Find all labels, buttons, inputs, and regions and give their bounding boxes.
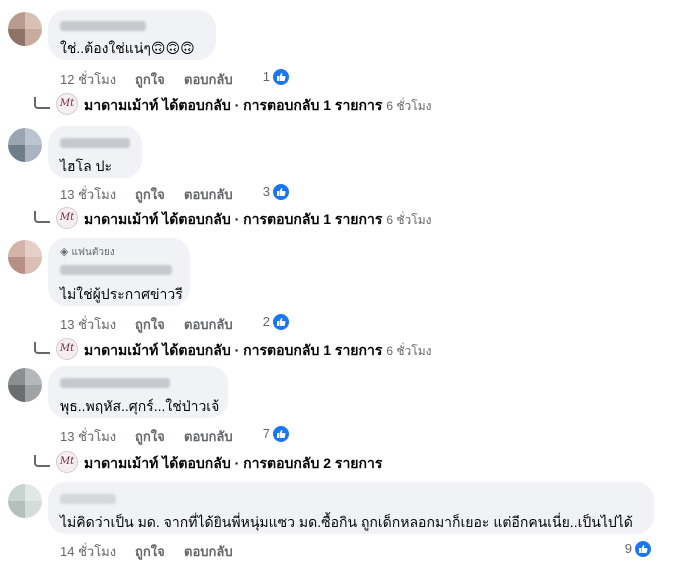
like-thumb-icon xyxy=(272,183,290,201)
page-avatar: Mt xyxy=(56,451,78,473)
comment-actions: 13 ชั่วโมง ถูกใจ ตอบกลับ 7 xyxy=(60,425,290,447)
page-avatar: Mt xyxy=(56,338,78,360)
like-thumb-icon xyxy=(272,425,290,443)
reply-button[interactable]: ตอบกลับ xyxy=(184,426,233,447)
avatar[interactable] xyxy=(8,368,42,402)
comment-text: ไม่คิดว่าเป็น มด. จากที่ได้ยินพี่หนุ่มแซ… xyxy=(60,514,633,530)
reply-summary-text: มาดามเม้าท์ ได้ตอบกลับ · การตอบกลับ 1 รา… xyxy=(84,97,383,113)
comment: ใช่..ต้องใช่แน่ๆ🙃🙃🙃 12 ชั่วโมง ถูกใจ ตอบ… xyxy=(0,0,678,120)
reply-summary-link[interactable]: Mt มาดามเม้าท์ ได้ตอบกลับ · การตอบกลับ 2… xyxy=(34,451,594,475)
like-thumb-icon xyxy=(634,540,652,558)
comment-time[interactable]: 13 ชั่วโมง xyxy=(60,314,116,335)
comment: พุธ..พฤหัส..ศุกร์...ใช่ป่าวเจ้ 13 ชั่วโม… xyxy=(0,366,678,478)
comment-time[interactable]: 14 ชั่วโมง xyxy=(60,541,116,561)
reply-summary-link[interactable]: Mt มาดามเม้าท์ ได้ตอบกลับ · การตอบกลับ 1… xyxy=(34,338,594,362)
comment-actions: 12 ชั่วโมง ถูกใจ ตอบกลับ 1 xyxy=(60,68,290,90)
avatar[interactable] xyxy=(8,12,42,46)
comment-text: ใช่..ต้องใช่แน่ๆ🙃🙃🙃 xyxy=(60,40,195,56)
comment: ไฮโล ปะ 13 ชั่วโมง ถูกใจ ตอบกลับ 3 Mt มา… xyxy=(0,118,678,236)
reply-summary-text: มาดามเม้าท์ ได้ตอบกลับ · การตอบกลับ 1 รา… xyxy=(84,211,383,227)
like-thumb-icon xyxy=(272,68,290,86)
avatar[interactable] xyxy=(8,128,42,162)
comment-text: ไม่ใช่ผู้ประกาศข่าวรี xyxy=(60,286,183,302)
reply-button[interactable]: ตอบกลับ xyxy=(184,314,233,335)
commenter-name[interactable] xyxy=(60,378,170,388)
comment-actions: 14 ชั่วโมง ถูกใจ ตอบกลับ 9 xyxy=(60,540,652,561)
like-button[interactable]: ถูกใจ xyxy=(135,184,165,205)
reply-arrow-icon xyxy=(34,455,50,467)
comment-bubble: ไฮโล ปะ xyxy=(48,126,142,178)
page-avatar: Mt xyxy=(56,93,78,115)
comment-actions: 13 ชั่วโมง ถูกใจ ตอบกลับ 3 xyxy=(60,183,290,205)
comment-bubble: ◈ แฟนตัวยง ไม่ใช่ผู้ประกาศข่าวรี xyxy=(48,238,190,306)
reaction-count[interactable]: 9 xyxy=(612,540,652,558)
comment-text: พุธ..พฤหัส..ศุกร์...ใช่ป่าวเจ้ xyxy=(60,398,220,414)
top-fan-badge: ◈ แฟนตัวยง xyxy=(60,246,115,258)
reaction-count[interactable]: 7 xyxy=(250,425,290,443)
reply-summary-text: มาดามเม้าท์ ได้ตอบกลับ · การตอบกลับ 1 รา… xyxy=(84,342,383,358)
reply-summary-text: มาดามเม้าท์ ได้ตอบกลับ · การตอบกลับ 2 รา… xyxy=(84,455,383,471)
reply-button[interactable]: ตอบกลับ xyxy=(184,69,233,90)
comment-bubble: ไม่คิดว่าเป็น มด. จากที่ได้ยินพี่หนุ่มแซ… xyxy=(48,482,654,534)
reaction-count[interactable]: 1 xyxy=(250,68,290,86)
reaction-count[interactable]: 2 xyxy=(250,313,290,331)
commenter-name[interactable] xyxy=(60,21,146,31)
reply-time: 6 ชั่วโมง xyxy=(386,213,432,227)
like-button[interactable]: ถูกใจ xyxy=(135,314,165,335)
reply-button[interactable]: ตอบกลับ xyxy=(184,541,233,561)
like-button[interactable]: ถูกใจ xyxy=(135,541,165,561)
commenter-name[interactable] xyxy=(60,265,172,275)
comment-time[interactable]: 13 ชั่วโมง xyxy=(60,184,116,205)
comment-bubble: พุธ..พฤหัส..ศุกร์...ใช่ป่าวเจ้ xyxy=(48,366,228,418)
reply-button[interactable]: ตอบกลับ xyxy=(184,184,233,205)
comment-time[interactable]: 12 ชั่วโมง xyxy=(60,69,116,90)
comment: ◈ แฟนตัวยง ไม่ใช่ผู้ประกาศข่าวรี 13 ชั่วโ… xyxy=(0,236,678,366)
commenter-name[interactable] xyxy=(60,494,116,504)
reply-summary-link[interactable]: Mt มาดามเม้าท์ ได้ตอบกลับ · การตอบกลับ 1… xyxy=(34,93,594,117)
comment-bubble: ใช่..ต้องใช่แน่ๆ🙃🙃🙃 xyxy=(48,10,216,60)
reaction-count[interactable]: 3 xyxy=(250,183,290,201)
comment-time[interactable]: 13 ชั่วโมง xyxy=(60,426,116,447)
like-thumb-icon xyxy=(272,313,290,331)
comment-actions: 13 ชั่วโมง ถูกใจ ตอบกลับ 2 xyxy=(60,313,290,335)
reply-arrow-icon xyxy=(34,211,50,223)
like-button[interactable]: ถูกใจ xyxy=(135,426,165,447)
commenter-name[interactable] xyxy=(60,138,130,148)
avatar[interactable] xyxy=(8,240,42,274)
avatar[interactable] xyxy=(8,484,42,518)
comment: ไม่คิดว่าเป็น มด. จากที่ได้ยินพี่หนุ่มแซ… xyxy=(0,478,678,561)
reply-arrow-icon xyxy=(34,342,50,354)
like-button[interactable]: ถูกใจ xyxy=(135,69,165,90)
reply-arrow-icon xyxy=(34,97,50,109)
diamond-icon: ◈ xyxy=(60,246,69,258)
comment-text: ไฮโล ปะ xyxy=(60,158,112,174)
page-avatar: Mt xyxy=(56,207,78,229)
reply-summary-link[interactable]: Mt มาดามเม้าท์ ได้ตอบกลับ · การตอบกลับ 1… xyxy=(34,207,594,231)
reply-time: 6 ชั่วโมง xyxy=(386,344,432,358)
reply-time: 6 ชั่วโมง xyxy=(386,99,432,113)
